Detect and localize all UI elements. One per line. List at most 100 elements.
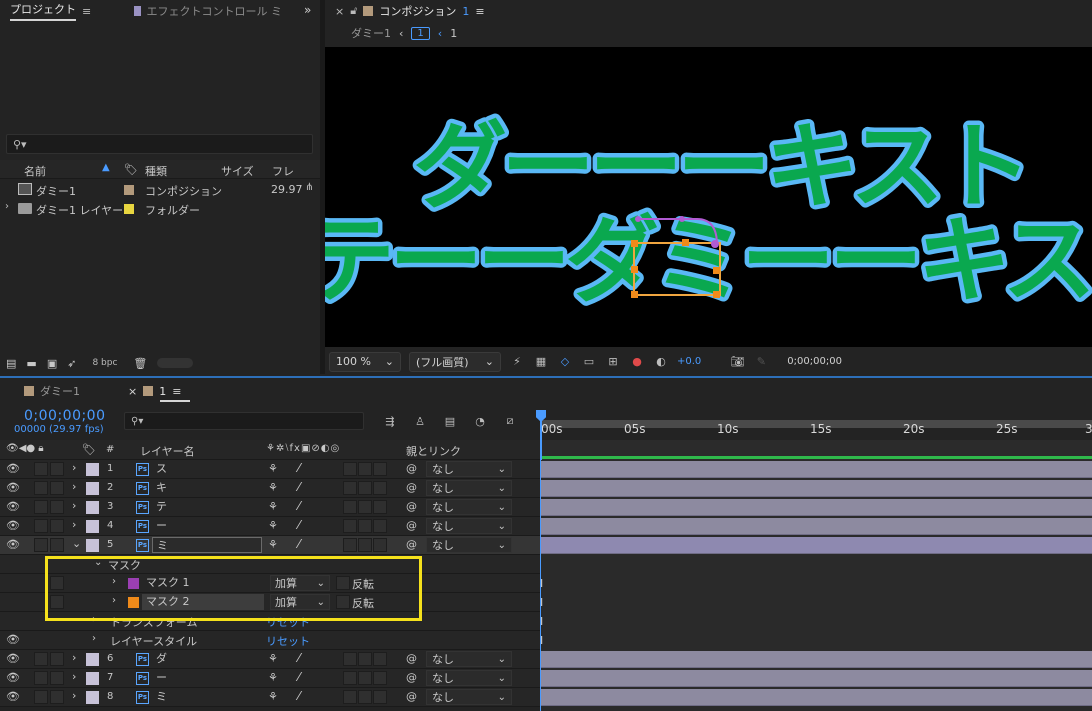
pick-whip-icon[interactable]: @	[406, 652, 417, 665]
layer-row[interactable]: 👁︎ › 4 Ps ー ⚘ ⁄ @ なし ⌄	[0, 517, 540, 536]
switch-box[interactable]	[358, 481, 372, 495]
audio-switch[interactable]	[34, 652, 48, 666]
layer-row[interactable]: 👁︎ › 6 Ps ダ ⚘ ⁄ @ なし ⌄	[0, 650, 540, 669]
exposure-value[interactable]: +0.0	[677, 356, 701, 367]
layer-row[interactable]: 👁︎ › 1 Ps ス ⚘ ⁄ @ なし ⌄	[0, 460, 540, 479]
column-size[interactable]: サイズ	[221, 163, 254, 179]
shy-switch-icon[interactable]: ⚘	[268, 538, 278, 551]
parent-dropdown[interactable]: なし ⌄	[426, 518, 512, 534]
lock-switch[interactable]	[50, 538, 64, 552]
channel-icon[interactable]: ●	[629, 354, 645, 370]
interpret-footage-icon[interactable]: ▤	[6, 357, 16, 370]
new-folder-icon[interactable]: ▬	[26, 357, 36, 370]
switch-box[interactable]	[373, 462, 387, 476]
time-ruler[interactable]: 00s 05s 10s 15s 20s 25s 3	[541, 412, 1092, 460]
eye-icon[interactable]: 👁︎	[6, 519, 20, 532]
switch-box[interactable]	[373, 538, 387, 552]
keyframe-marker[interactable]: I	[540, 596, 543, 609]
eye-icon[interactable]: 👁︎	[6, 652, 20, 665]
zoom-dropdown[interactable]: 100 % ⌄	[329, 351, 401, 372]
panel-menu-icon[interactable]: ≡	[82, 5, 91, 18]
layer-duration-bar[interactable]	[541, 480, 1092, 497]
eye-icon[interactable]: 👁︎	[6, 500, 20, 513]
parent-dropdown[interactable]: なし ⌄	[426, 461, 512, 477]
trash-icon[interactable]: 🗑	[133, 357, 147, 370]
layer-row[interactable]: 👁︎ › 3 Ps テ ⚘ ⁄ @ なし ⌄	[0, 498, 540, 517]
panel-menu-icon[interactable]: ≡	[475, 5, 484, 18]
keyframe-marker[interactable]: I	[540, 577, 543, 590]
project-search-input[interactable]: ⚲▾	[6, 134, 313, 154]
chevron-left-icon[interactable]: ‹	[438, 27, 442, 40]
shy-switch-icon[interactable]: ⚘	[268, 652, 278, 665]
eye-icon[interactable]: 👁︎	[6, 671, 20, 684]
chevron-icon[interactable]: ›	[72, 689, 76, 702]
label-swatch[interactable]	[86, 520, 99, 533]
chevron-icon[interactable]: ›	[72, 670, 76, 683]
chevron-right-icon[interactable]: ›	[5, 201, 9, 212]
flowchart-icon[interactable]: ⋔	[305, 182, 313, 193]
label-swatch[interactable]	[86, 539, 99, 552]
timeline-tab-inactive[interactable]: ダミー1	[24, 380, 80, 402]
pick-whip-icon[interactable]: @	[406, 671, 417, 684]
parent-dropdown[interactable]: なし ⌄	[426, 480, 512, 496]
shy-switch-icon[interactable]: ⚘	[268, 671, 278, 684]
layer-row[interactable]: 👁︎ › 8 Ps ミ ⚘ ⁄ @ なし ⌄	[0, 688, 540, 707]
motion-blur-icon[interactable]: ◔	[472, 413, 488, 429]
lock-switch[interactable]	[50, 519, 64, 533]
label-swatch[interactable]	[86, 463, 99, 476]
effect-controls-tab[interactable]: エフェクトコントロール ミ	[134, 0, 282, 22]
layer-row[interactable]: 👁︎ ⌄ 5 Ps ミ ⚘ ⁄ @ なし ⌄	[0, 536, 540, 555]
switch-box[interactable]	[358, 671, 372, 685]
timeline-timecode[interactable]: 0;00;00;00	[24, 408, 106, 424]
layer-name[interactable]: キ	[152, 480, 167, 496]
layer-name[interactable]: ダ	[152, 651, 167, 667]
comp-flowchart-icon[interactable]: ⇶	[382, 413, 398, 429]
snapshot-icon[interactable]: 📷︎	[729, 354, 745, 370]
layer-row[interactable]: 👁︎ › 2 Ps キ ⚘ ⁄ @ なし ⌄	[0, 479, 540, 498]
switch-box[interactable]	[343, 500, 357, 514]
switch-box[interactable]	[373, 519, 387, 533]
parent-dropdown[interactable]: なし ⌄	[426, 651, 512, 667]
switch-box[interactable]	[358, 538, 372, 552]
layer-duration-bar[interactable]	[541, 537, 1092, 554]
label-swatch[interactable]	[86, 501, 99, 514]
parent-dropdown[interactable]: なし ⌄	[426, 537, 512, 553]
layer-style-row[interactable]: › レイヤースタイル リセット	[0, 631, 540, 650]
project-item-comp[interactable]: ダミー1 コンポジション 29.97 ⋔	[0, 180, 320, 199]
keyframe-marker[interactable]: I	[540, 634, 543, 647]
chevron-icon[interactable]: ⌄	[72, 537, 81, 550]
close-icon[interactable]: ×	[335, 5, 344, 18]
comp-viewer[interactable]: ダーーーキスト テーーダミーーキス	[325, 47, 1092, 347]
breadcrumb-parent[interactable]: ダミー1	[351, 25, 391, 41]
eye-icon[interactable]: 👁︎	[6, 462, 20, 475]
show-snapshot-icon[interactable]: ✎	[753, 354, 769, 370]
switch-box[interactable]	[373, 671, 387, 685]
switch-box[interactable]	[358, 690, 372, 704]
breadcrumb-current[interactable]: 1	[411, 26, 430, 40]
new-composition-icon[interactable]: ▣	[47, 357, 57, 370]
layer-name[interactable]: ミ	[152, 689, 167, 705]
chevron-icon[interactable]: ›	[72, 518, 76, 531]
chevron-icon[interactable]: ›	[72, 461, 76, 474]
panel-menu-icon[interactable]: ≡	[172, 385, 181, 398]
layer-name[interactable]: ミ	[152, 537, 262, 553]
chevron-right-icon[interactable]: ›	[92, 633, 96, 644]
shy-switch-icon[interactable]: ⚘	[268, 519, 278, 532]
region-of-interest-icon[interactable]: ▭	[581, 354, 597, 370]
switch-box[interactable]	[343, 671, 357, 685]
layer-duration-bar[interactable]	[541, 689, 1092, 706]
switch-box[interactable]	[373, 690, 387, 704]
quality-switch-icon[interactable]: ⁄	[298, 651, 300, 665]
eye-icon[interactable]: 👁︎	[6, 690, 20, 703]
switch-box[interactable]	[358, 519, 372, 533]
pick-whip-icon[interactable]: @	[406, 500, 417, 513]
layer-name[interactable]: ー	[152, 670, 167, 686]
quality-dropdown[interactable]: (フル画質) ⌄	[409, 351, 501, 372]
lock-icon[interactable]: 🔓︎	[350, 4, 357, 18]
shy-layers-icon[interactable]: ♙	[412, 413, 428, 429]
quality-switch-icon[interactable]: ⁄	[298, 518, 300, 532]
eye-icon[interactable]: 👁︎	[6, 481, 20, 494]
composition-tab[interactable]: × 🔓︎ コンポジション 1 ≡	[335, 0, 485, 22]
pick-whip-icon[interactable]: @	[406, 538, 417, 551]
mask-visibility-icon[interactable]: ◇	[557, 354, 573, 370]
